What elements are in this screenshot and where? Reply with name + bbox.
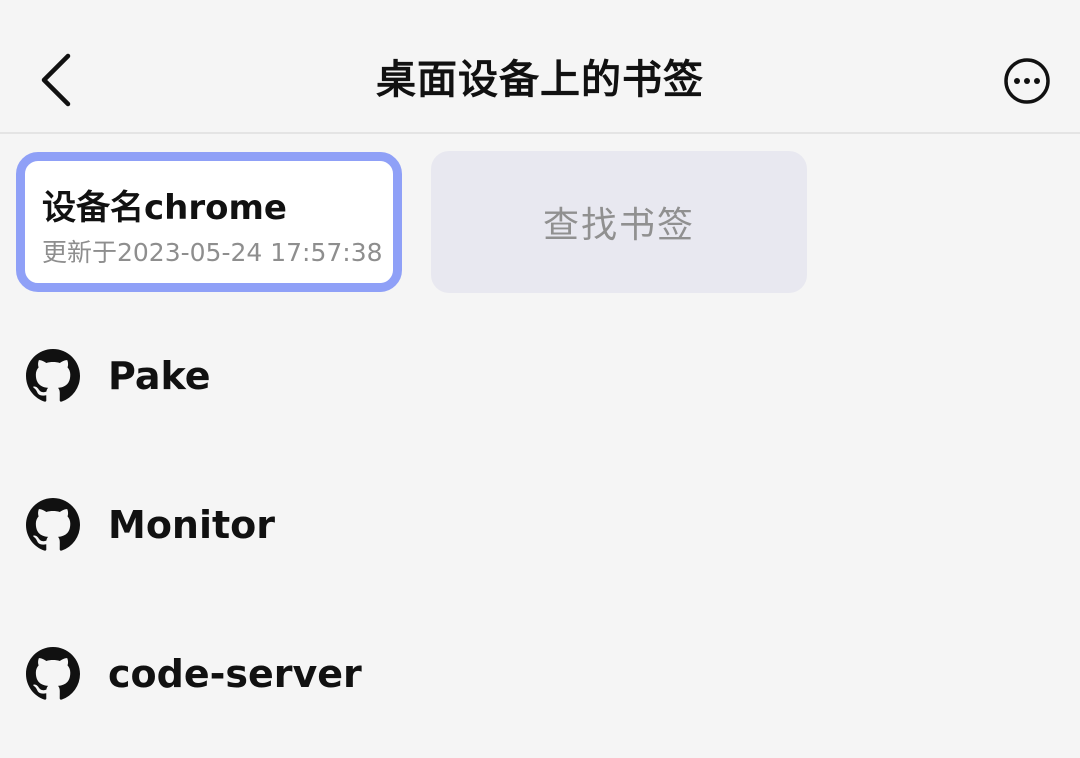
bookmark-item-pake[interactable]: Pake	[0, 326, 1080, 426]
find-bookmarks-button[interactable]: 查找书签	[431, 151, 807, 293]
bookmark-item-code-server[interactable]: code-server	[0, 624, 1080, 724]
more-horizontal-circle-icon	[1004, 58, 1050, 104]
header-bar: 桌面设备上的书签	[0, 0, 1080, 134]
bookmark-label: Monitor	[108, 503, 276, 547]
bookmark-item-monitor[interactable]: Monitor	[0, 475, 1080, 575]
bookmark-label: Pake	[108, 354, 211, 398]
more-options-button[interactable]	[1002, 56, 1052, 106]
device-name: 设备名chrome	[42, 188, 287, 228]
github-icon	[26, 498, 80, 551]
device-updated-time: 更新于2023-05-24 17:57:38	[42, 238, 383, 267]
bookmark-label: code-server	[108, 652, 362, 696]
github-icon	[26, 349, 80, 402]
github-icon	[26, 647, 80, 700]
page-title: 桌面设备上的书签	[376, 57, 704, 103]
device-card[interactable]: 设备名chrome 更新于2023-05-24 17:57:38	[16, 152, 402, 292]
